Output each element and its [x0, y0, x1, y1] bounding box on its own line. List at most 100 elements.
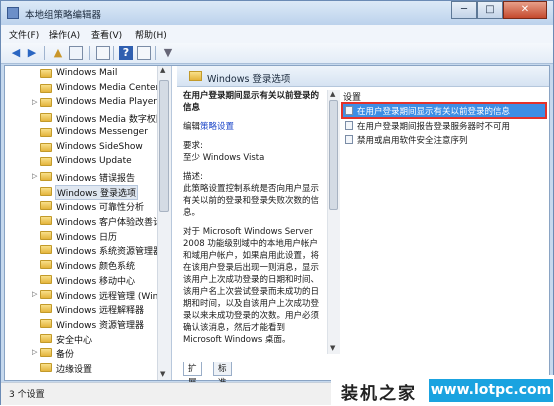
desc-text: 此策略设置控制系统是否向用户显示有关以前的登录和登录失败次数的信息。	[183, 184, 320, 218]
tree-item[interactable]: Windows SideShow	[5, 141, 171, 156]
tree-item-label: Windows Mail	[56, 68, 118, 78]
scroll-up-icon[interactable]: ▲	[160, 66, 165, 74]
expand-arrow-icon[interactable]: ▷	[32, 290, 37, 298]
tree-item[interactable]: Windows 登录选项	[5, 184, 171, 200]
tree-item[interactable]: ▷ Windows Media Player	[5, 96, 171, 111]
tree-scrollbar[interactable]: ▲ ▼	[157, 66, 171, 380]
tree-item-label: Windows 资源管理器	[56, 320, 145, 331]
tree-item-label: Windows 远程管理 (WinR	[56, 291, 165, 302]
setting-item[interactable]: 在用户登录期间报告登录服务器时不可用	[343, 119, 545, 132]
tree-item[interactable]: Windows Messenger	[5, 126, 171, 141]
folder-icon	[40, 201, 52, 211]
tree-item[interactable]: Windows 颜色系统	[5, 258, 171, 273]
menu-file[interactable]: 文件(F)	[9, 28, 39, 41]
properties-icon[interactable]	[137, 46, 151, 60]
details-header: Windows 登录选项	[177, 66, 549, 87]
folder-icon	[40, 260, 52, 270]
folder-icon	[40, 113, 52, 123]
watermark-brand: 装机之家	[341, 384, 417, 404]
tree-item[interactable]: ▷ Windows 远程管理 (WinR	[5, 288, 171, 303]
setting-item[interactable]: 禁用或启用软件安全注意序列	[343, 133, 545, 146]
tree-item-label: 边缘设置	[56, 365, 93, 375]
tree-item[interactable]: Windows 远程解释器	[5, 302, 171, 317]
toolbar-divider	[89, 46, 90, 60]
req-label: 要求:	[183, 141, 203, 151]
toolbar-divider	[44, 46, 45, 60]
tree-item[interactable]: Windows 日历	[5, 229, 171, 244]
tree-scroll-thumb[interactable]	[159, 80, 169, 212]
tree-item[interactable]: Windows 资源管理器	[5, 317, 171, 332]
tree-item-label: 备份	[56, 350, 75, 361]
window-title: 本地组策略编辑器	[25, 10, 102, 21]
tree-item[interactable]: Windows Media 数字权限	[5, 111, 171, 126]
up-folder-icon[interactable]: ▲	[51, 46, 65, 60]
tree-item[interactable]: Windows Mail	[5, 67, 171, 82]
edit-prefix: 编辑	[183, 122, 201, 132]
close-button[interactable]: ✕	[503, 1, 547, 19]
settings-column-header[interactable]: 设置	[343, 90, 361, 103]
folder-icon	[40, 69, 52, 78]
scroll-up-icon[interactable]: ▲	[330, 90, 335, 98]
tree-item[interactable]: Windows Media Center	[5, 82, 171, 97]
tree-item[interactable]: Windows 客户体验改善计	[5, 214, 171, 229]
folder-icon	[40, 216, 52, 225]
tree-item[interactable]: Windows 移动中心	[5, 273, 171, 288]
main-content: Windows Mail Windows Media Center ▷ Windows…	[4, 65, 550, 388]
show-tree-icon[interactable]	[69, 46, 83, 60]
expand-arrow-icon[interactable]: ▷	[32, 348, 37, 356]
export-list-icon[interactable]	[96, 46, 110, 60]
minimize-button[interactable]: ─	[451, 1, 477, 19]
settings-list: 设置 在用户登录期间显示有关以前登录的信息 在用户登录期间报告登录服务器时不可用…	[341, 90, 547, 354]
toolbar-divider	[113, 46, 114, 60]
tree-item-label: Windows 客户体验改善计	[56, 218, 163, 228]
desc-scrollbar[interactable]: ▲ ▼	[327, 90, 340, 354]
expand-arrow-icon[interactable]: ▷	[32, 172, 37, 180]
menu-help[interactable]: 帮助(H)	[135, 28, 167, 41]
folder-icon	[40, 289, 52, 299]
folder-icon	[40, 157, 52, 167]
site-watermark: 装机之家 www.lotpc.com	[331, 375, 554, 406]
tree-item[interactable]: Windows 系统资源管理器	[5, 243, 171, 258]
desc-scroll-thumb[interactable]	[329, 100, 338, 210]
scroll-down-icon[interactable]: ▼	[160, 370, 165, 378]
folder-icon	[40, 98, 52, 108]
tree-item[interactable]: Windows Update	[5, 155, 171, 170]
tree-item[interactable]: ▷ Windows 错误报告	[5, 170, 171, 185]
tree-item-label: Windows Media Center	[56, 82, 160, 93]
toolbar: ◀ ▶ ▲ ? ▼	[1, 43, 553, 64]
setting-label: 禁用或启用软件安全注意序列	[357, 136, 468, 146]
tree-item-label: 安全中心	[56, 335, 93, 346]
policy-setting-icon	[345, 135, 353, 144]
tree-item-label: Windows Messenger	[56, 126, 148, 137]
tab-extended[interactable]: 扩展	[183, 362, 202, 388]
setting-label: 在用户登录期间报告登录服务器时不可用	[357, 122, 511, 132]
policy-name: 在用户登录期间显示有关以前登录的信息	[183, 91, 320, 113]
folder-icon	[189, 71, 202, 81]
tree-item-label: Windows 移动中心	[56, 276, 136, 287]
tree-item-label: Windows 颜色系统	[56, 262, 136, 273]
forward-icon[interactable]: ▶	[25, 46, 39, 60]
maximize-button[interactable]: □	[477, 1, 503, 19]
folder-icon	[40, 333, 52, 343]
menu-view[interactable]: 查看(V)	[91, 28, 122, 41]
description: 描述: 此策略设置控制系统是否向用户显示有关以前的登录和登录失败次数的信息。	[183, 171, 325, 219]
setting-item[interactable]: 在用户登录期间显示有关以前登录的信息	[341, 102, 547, 119]
status-count: 3 个设置	[9, 390, 45, 400]
desc-more: 对于 Microsoft Windows Server 2008 功能级别域中的…	[183, 227, 320, 345]
help-icon[interactable]: ?	[119, 46, 133, 60]
tab-standard[interactable]: 标准	[213, 362, 232, 388]
scroll-down-icon[interactable]: ▼	[330, 344, 335, 352]
tree-item[interactable]: Windows 可靠性分析	[5, 199, 171, 214]
tree-item[interactable]: 边缘设置	[5, 361, 171, 376]
tree-item-label: Windows 错误报告	[56, 173, 136, 184]
back-icon[interactable]: ◀	[9, 46, 23, 60]
folder-icon	[40, 304, 52, 314]
tree-item[interactable]: ▷ 备份	[5, 346, 171, 361]
filter-icon[interactable]: ▼	[161, 46, 175, 60]
title-bar[interactable]: 本地组策略编辑器 ─ □ ✕	[1, 1, 553, 25]
expand-arrow-icon[interactable]: ▷	[32, 98, 37, 106]
menu-action[interactable]: 操作(A)	[49, 28, 80, 41]
tree-item[interactable]: 安全中心	[5, 332, 171, 347]
edit-policy-link[interactable]: 策略设置	[200, 122, 234, 132]
tree-item-label: Windows Media Player	[56, 97, 157, 108]
